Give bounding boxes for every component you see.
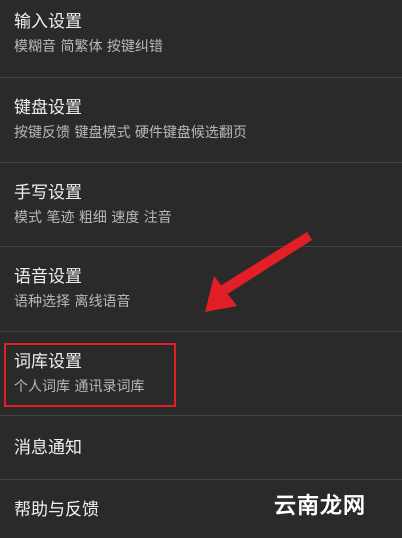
settings-menu: 输入设置 模糊音 简繁体 按键纠错 键盘设置 按键反馈 键盘模式 硬件键盘候选翻…	[0, 0, 402, 538]
highlight-box	[4, 343, 176, 407]
menu-item-title: 消息通知	[14, 438, 82, 458]
menu-item-handwriting-settings[interactable]: 手写设置 模式 笔迹 粗细 速度 注音	[0, 163, 402, 247]
menu-item-title: 输入设置	[14, 12, 82, 32]
menu-item-title: 手写设置	[14, 183, 82, 203]
menu-item-title: 键盘设置	[14, 98, 82, 118]
menu-item-notifications[interactable]: 消息通知	[0, 416, 402, 480]
menu-item-subtitle: 模式 笔迹 粗细 速度 注音	[14, 210, 172, 226]
menu-item-voice-settings[interactable]: 语音设置 语种选择 离线语音	[0, 247, 402, 332]
menu-item-subtitle: 按键反馈 键盘模式 硬件键盘候选翻页	[14, 125, 247, 141]
menu-item-input-settings[interactable]: 输入设置 模糊音 简繁体 按键纠错	[0, 0, 402, 78]
menu-item-keyboard-settings[interactable]: 键盘设置 按键反馈 键盘模式 硬件键盘候选翻页	[0, 78, 402, 163]
menu-item-subtitle: 模糊音 简繁体 按键纠错	[14, 39, 163, 55]
menu-item-title: 帮助与反馈	[14, 500, 99, 520]
menu-item-subtitle: 语种选择 离线语音	[14, 294, 131, 310]
watermark: 云南龙网	[273, 494, 366, 519]
menu-item-title: 语音设置	[14, 267, 82, 287]
